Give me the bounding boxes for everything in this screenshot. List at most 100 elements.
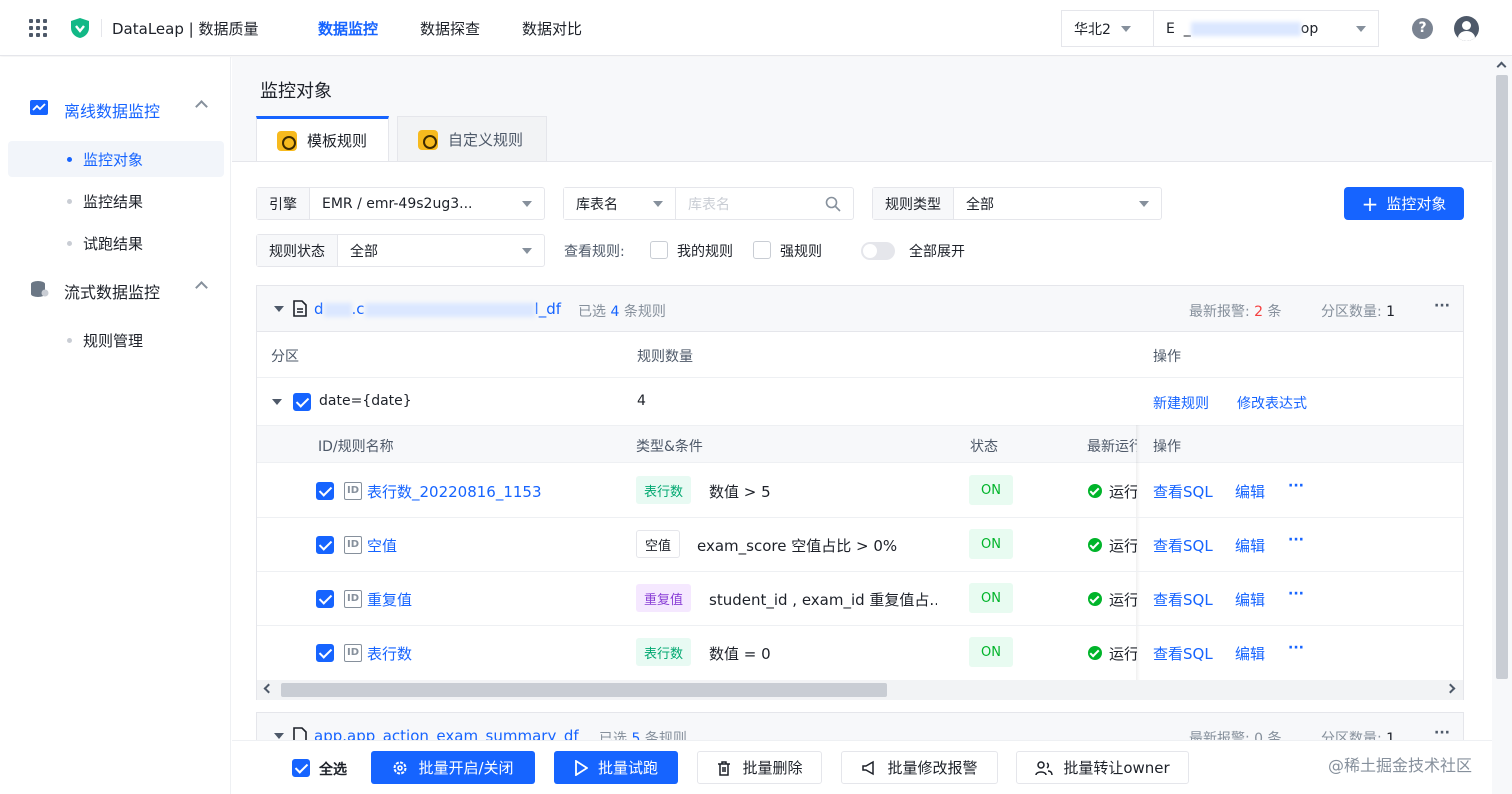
table-name-input[interactable]: 库表名 (676, 194, 853, 214)
tab-custom-rules[interactable]: 自定义规则 (397, 116, 547, 162)
region-select[interactable]: 华北2 (1061, 10, 1154, 47)
batch-transfer-owner-button[interactable]: 批量转让owner (1016, 751, 1189, 784)
more-icon[interactable]: ··· (1288, 478, 1304, 494)
help-icon[interactable]: ? (1412, 18, 1433, 39)
search-icon[interactable] (825, 196, 841, 212)
view-sql-link[interactable]: 查看SQL (1153, 643, 1213, 664)
sidebar-item-monitor-results[interactable]: 监控结果 (8, 183, 224, 219)
edit-link[interactable]: 编辑 (1235, 643, 1265, 664)
rule-type-label: 规则类型 (873, 188, 954, 219)
table-name-link[interactable]: d .c l_df (314, 300, 561, 318)
rule-checkbox[interactable] (316, 536, 334, 554)
scroll-right-icon[interactable] (1445, 683, 1456, 694)
rule-status-value: 全部 (350, 243, 378, 260)
chevron-up-icon[interactable] (195, 281, 208, 294)
table-card-header: d .c l_df 已选 4 条规则 最新报警: 2 条 分区数量: 1 ··· (257, 286, 1463, 332)
tab-label: 自定义规则 (448, 131, 524, 149)
my-rules-label: 我的规则 (677, 244, 733, 260)
nav-data-explore[interactable]: 数据探查 (420, 18, 480, 39)
more-icon[interactable]: ··· (1288, 532, 1304, 548)
engine-select[interactable]: EMR / emr-49s2ug3... (310, 196, 544, 212)
rules-subheader: ID/规则名称 类型&条件 状态 最新运行 操作 (257, 425, 1463, 463)
view-sql-link[interactable]: 查看SQL (1153, 481, 1213, 502)
partition-rule-count: 4 (637, 393, 646, 409)
expand-all-label: 全部展开 (909, 244, 965, 260)
select-all-label: 全选 (319, 762, 347, 778)
rule-row: ID 空值 空值 exam_score 空值占比 > 0% ON 运行 查看SQ… (257, 518, 1463, 572)
page-title: 监控对象 (260, 81, 332, 102)
edit-link[interactable]: 编辑 (1235, 481, 1265, 502)
scroll-left-icon[interactable] (263, 683, 274, 694)
sidebar-item-rule-management[interactable]: 规则管理 (8, 322, 224, 358)
batch-trial-button[interactable]: 批量试跑 (554, 751, 678, 784)
rule-status-label: 规则状态 (257, 235, 338, 266)
more-icon[interactable]: ··· (1434, 725, 1450, 741)
more-icon[interactable]: ··· (1434, 298, 1450, 314)
rule-name-link[interactable]: 表行数 (367, 643, 412, 664)
expand-all-toggle[interactable] (861, 242, 895, 260)
rule-checkbox[interactable] (316, 590, 334, 608)
edit-link[interactable]: 编辑 (1235, 589, 1265, 610)
rule-status-filter[interactable]: 规则状态 全部 (256, 234, 545, 267)
nav-data-compare[interactable]: 数据对比 (522, 18, 582, 39)
users-icon (1035, 760, 1054, 775)
latest-run-status: 运行 (1109, 483, 1137, 501)
horizontal-scrollbar[interactable] (257, 680, 1463, 700)
add-monitor-object-button[interactable]: + 监控对象 (1344, 187, 1464, 220)
chevron-down-icon (522, 200, 532, 207)
edit-expression-link[interactable]: 修改表达式 (1237, 393, 1307, 413)
collapse-caret-icon[interactable] (274, 306, 284, 312)
view-sql-link[interactable]: 查看SQL (1153, 589, 1213, 610)
rule-type-select[interactable]: 全部 (954, 194, 1161, 214)
chevron-up-icon[interactable] (195, 100, 208, 113)
view-sql-link[interactable]: 查看SQL (1153, 535, 1213, 556)
collapse-caret-icon[interactable] (272, 399, 282, 405)
partition-checkbox[interactable] (293, 393, 311, 411)
my-rules-checkbox[interactable] (650, 241, 668, 259)
selected-rules-summary: 已选 4 条规则 (578, 304, 666, 320)
sidebar-item-trial-results[interactable]: 试跑结果 (8, 225, 224, 261)
more-icon[interactable]: ··· (1288, 586, 1304, 602)
database-icon (31, 281, 49, 297)
edit-link[interactable]: 编辑 (1235, 535, 1265, 556)
select-all-checkbox[interactable] (292, 759, 310, 777)
strong-rules-checkbox[interactable] (753, 241, 771, 259)
engine-filter[interactable]: 引擎 EMR / emr-49s2ug3... (256, 187, 545, 220)
rule-type-filter[interactable]: 规则类型 全部 (872, 187, 1162, 220)
sidebar-item-monitor-objects[interactable]: 监控对象 (8, 141, 224, 177)
scrollbar-thumb[interactable] (1496, 75, 1508, 679)
new-rule-link[interactable]: 新建规则 (1153, 393, 1209, 413)
rule-name-link[interactable]: 重复值 (367, 589, 412, 610)
sidebar-group-stream-monitor[interactable]: 流式数据监控 (0, 274, 231, 304)
batch-toggle-button[interactable]: 批量开启/关闭 (371, 751, 535, 784)
chevron-down-icon (1356, 25, 1366, 32)
engine-label: 引擎 (257, 188, 310, 219)
chevron-down-icon (1139, 200, 1149, 207)
rule-status-select[interactable]: 全部 (338, 241, 544, 261)
collapse-caret-icon[interactable] (274, 733, 284, 739)
megaphone-icon (862, 760, 875, 775)
vertical-scrollbar[interactable] (1492, 57, 1512, 794)
scrollbar-thumb[interactable] (281, 683, 887, 697)
rule-type-tag: 表行数 (636, 638, 692, 666)
success-icon (1088, 484, 1102, 498)
table-name-type-select[interactable]: 库表名 (564, 188, 676, 219)
workspace-select[interactable]: E _ op (1153, 10, 1379, 47)
avatar[interactable] (1454, 16, 1479, 41)
scroll-up-icon[interactable] (1496, 61, 1507, 72)
plus-icon: + (1361, 191, 1379, 216)
batch-delete-button[interactable]: 批量删除 (697, 751, 822, 784)
tab-template-rules[interactable]: 模板规则 (256, 116, 389, 162)
app-grid-icon[interactable] (29, 19, 47, 37)
rule-name-link[interactable]: 表行数_20220816_1153 (367, 481, 542, 502)
rule-checkbox[interactable] (316, 482, 334, 500)
more-icon[interactable]: ··· (1288, 640, 1304, 656)
table-name-placeholder: 库表名 (688, 196, 730, 213)
table-name-filter[interactable]: 库表名 库表名 (563, 187, 854, 220)
rule-name-link[interactable]: 空值 (367, 535, 397, 556)
rule-checkbox[interactable] (316, 644, 334, 662)
nav-data-monitor[interactable]: 数据监控 (318, 18, 378, 39)
rule-condition: 数值 > 5 (709, 483, 771, 501)
batch-edit-alert-button[interactable]: 批量修改报警 (841, 751, 998, 784)
sidebar-group-offline-monitor[interactable]: 离线数据监控 (0, 93, 231, 123)
